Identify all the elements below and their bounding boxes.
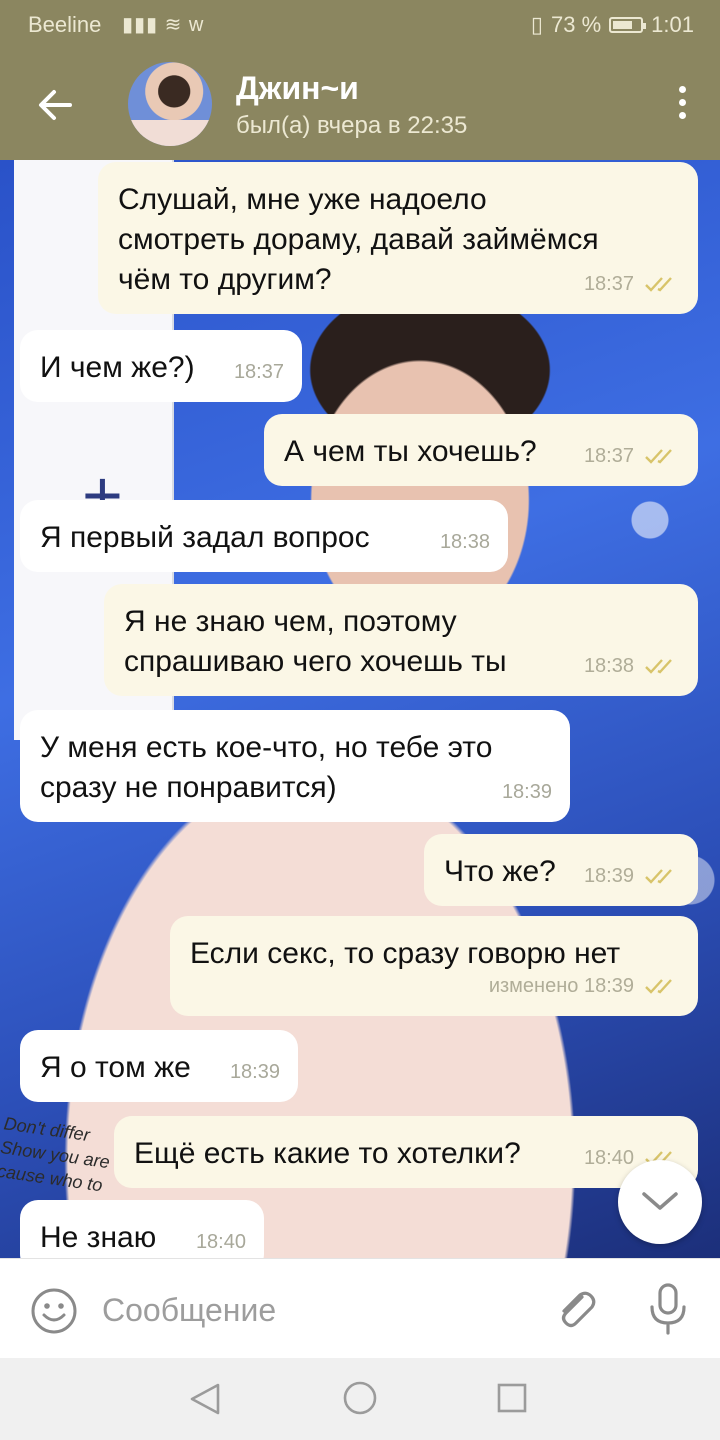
message-bubble-incoming[interactable]: Я о том же 18:39 — [20, 1030, 298, 1102]
message-bubble-outgoing[interactable]: Если секс, то сразу говорю нет изменено … — [170, 916, 698, 1016]
scroll-down-button[interactable] — [618, 1160, 702, 1244]
message-meta: 18:39 — [584, 856, 680, 896]
message-time: изменено 18:39 — [488, 975, 634, 997]
message-text: У меня есть кое-что, но тебе это сразу н… — [40, 731, 493, 804]
message-bubble-incoming[interactable]: И чем же?) 18:37 — [20, 330, 302, 402]
message-text: Что же? — [444, 855, 556, 888]
system-nav-bar — [0, 1358, 720, 1440]
message-text: Я не знаю чем, поэтому спрашиваю чего хо… — [124, 605, 507, 678]
message-time: 18:39 — [583, 865, 634, 887]
message-meta: 18:38 — [440, 522, 490, 562]
message-meta: 18:38 — [584, 646, 680, 686]
message-time: 18:40 — [583, 1147, 634, 1169]
battery-percent: 73 % — [551, 12, 602, 37]
double-check-icon — [645, 869, 672, 884]
message-text: Я о том же — [40, 1051, 191, 1084]
message-composer — [0, 1258, 720, 1359]
chat-header: Джин~и был(а) вчера в 22:35 — [0, 48, 720, 160]
battery-fill — [613, 21, 633, 29]
message-bubble-incoming[interactable]: Не знаю 18:40 — [20, 1200, 264, 1258]
message-meta: 18:39 — [502, 772, 552, 812]
message-time: 18:40 — [195, 1231, 246, 1253]
message-meta: 18:37 — [584, 436, 680, 476]
message-bubble-outgoing[interactable]: Что же? 18:39 — [424, 834, 698, 906]
attach-icon[interactable] — [552, 1285, 600, 1333]
clock: 1:01 — [651, 12, 694, 37]
message-bubble-outgoing[interactable]: Я не знаю чем, поэтому спрашиваю чего хо… — [104, 584, 698, 696]
last-seen-status: был(а) вчера в 22:35 — [236, 112, 468, 139]
message-meta: 18:37 — [584, 264, 680, 304]
message-text: И чем же?) — [40, 351, 195, 384]
message-bubble-outgoing[interactable]: Ещё есть какие то хотелки? 18:40 — [114, 1116, 698, 1188]
message-time: 18:37 — [583, 445, 634, 467]
vibrate-icon: ▯ — [530, 12, 544, 37]
message-bubble-incoming[interactable]: У меня есть кое-что, но тебе это сразу н… — [20, 710, 570, 822]
emoji-icon[interactable] — [30, 1287, 78, 1335]
chat-title[interactable]: Джин~и — [236, 70, 359, 107]
message-input[interactable] — [100, 1283, 524, 1337]
message-text: Я первый задал вопрос — [40, 521, 370, 554]
avatar[interactable] — [128, 62, 212, 146]
message-meta: 18:37 — [234, 352, 284, 392]
chevron-down-icon — [642, 1192, 678, 1210]
nav-recent-icon[interactable] — [496, 1382, 528, 1414]
battery-icon — [609, 17, 647, 33]
message-time: 18:39 — [501, 781, 552, 803]
message-meta: изменено 18:39 — [489, 966, 680, 1006]
message-time: 18:38 — [583, 655, 634, 677]
double-check-icon — [645, 277, 672, 292]
message-time: 18:37 — [233, 361, 284, 383]
double-check-icon — [645, 449, 672, 464]
mic-icon[interactable] — [646, 1283, 690, 1335]
message-time: 18:39 — [229, 1061, 280, 1083]
message-bubble-incoming[interactable]: Я первый задал вопрос 18:38 — [20, 500, 508, 572]
chat-messages[interactable]: + Don't differ Show you are cause who to… — [0, 160, 720, 1258]
nav-back-icon[interactable] — [188, 1382, 222, 1416]
message-text: Слушай, мне уже надоело смотреть дораму,… — [118, 183, 599, 296]
message-text: А чем ты хочешь? — [284, 435, 537, 468]
message-time: 18:37 — [583, 273, 634, 295]
nav-home-icon[interactable] — [342, 1380, 378, 1416]
message-meta: 18:40 — [196, 1222, 246, 1258]
status-bar: Beeline ▮▮▮ ≋ w ▯ 73 % 1:01 — [0, 0, 720, 48]
message-text: Не знаю — [40, 1221, 157, 1254]
message-text: Ещё есть какие то хотелки? — [134, 1137, 521, 1170]
status-right: ▯ 73 % 1:01 — [531, 12, 694, 38]
message-meta: 18:39 — [230, 1052, 280, 1092]
double-check-icon — [645, 659, 672, 674]
message-bubble-outgoing[interactable]: Слушай, мне уже надоело смотреть дораму,… — [98, 162, 698, 314]
back-arrow-icon[interactable] — [32, 82, 78, 128]
signal-icon: ▮▮▮ ≋ w — [122, 14, 205, 36]
menu-dots-icon[interactable] — [676, 86, 688, 124]
message-bubble-outgoing[interactable]: А чем ты хочешь? 18:37 — [264, 414, 698, 486]
carrier-name: Beeline — [28, 12, 102, 37]
message-time: 18:38 — [439, 531, 490, 553]
double-check-icon — [645, 979, 672, 994]
